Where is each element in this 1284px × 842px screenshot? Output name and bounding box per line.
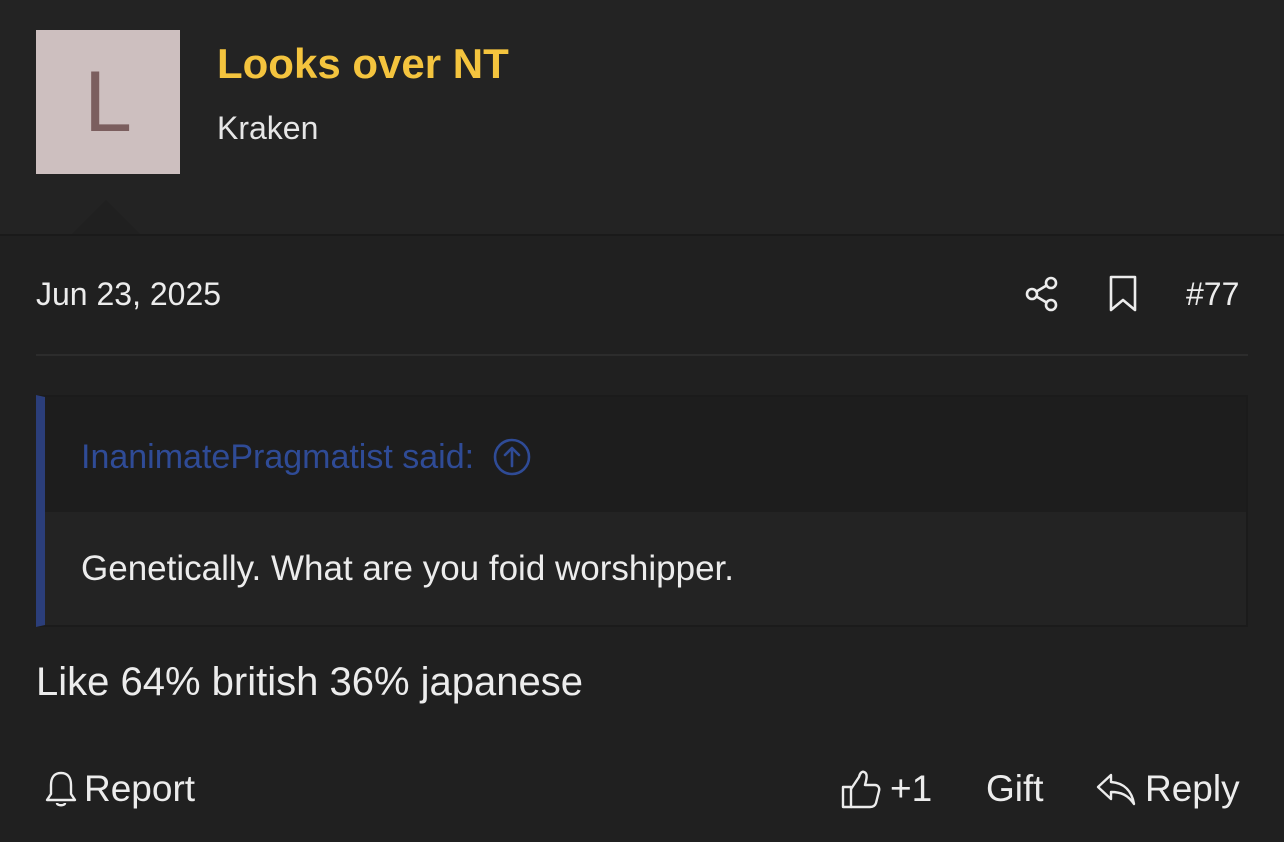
gift-button[interactable]: Gift — [986, 768, 1044, 810]
thumbs-up-icon — [841, 770, 881, 809]
reply-label: Reply — [1145, 768, 1240, 809]
report-button[interactable]: Report — [44, 768, 195, 810]
share-icon[interactable] — [1024, 275, 1060, 313]
post-body: Like 64% british 36% japanese — [36, 660, 584, 704]
quote-text: Genetically. What are you foid worshippe… — [81, 549, 735, 588]
reply-button[interactable]: Reply — [1095, 768, 1240, 810]
reply-arrow-icon — [1096, 773, 1136, 806]
quote-header: InanimatePragmatist said: — [45, 397, 1246, 512]
divider — [36, 354, 1248, 356]
quote-author-label: InanimatePragmatist said: — [81, 437, 475, 476]
like-button[interactable]: +1 — [840, 768, 932, 810]
post-date[interactable]: Jun 23, 2025 — [36, 276, 221, 313]
user-title: Kraken — [217, 110, 319, 146]
like-count: +1 — [890, 768, 933, 809]
avatar[interactable]: L — [36, 30, 180, 174]
gift-label: Gift — [986, 768, 1044, 809]
quote-author-link[interactable]: InanimatePragmatist said: — [81, 437, 532, 477]
quote-block: InanimatePragmatist said: Genetically. W… — [36, 395, 1248, 627]
username[interactable]: Looks over NT — [217, 40, 509, 88]
user-header: L Looks over NT Kraken — [0, 0, 1284, 236]
arrow-up-circle-icon[interactable] — [492, 437, 532, 477]
report-label: Report — [84, 768, 196, 809]
post-number[interactable]: #77 — [1186, 276, 1239, 313]
bell-icon — [45, 771, 77, 807]
avatar-letter: L — [84, 54, 132, 150]
header-pointer — [72, 200, 140, 234]
bookmark-icon[interactable] — [1107, 275, 1139, 313]
